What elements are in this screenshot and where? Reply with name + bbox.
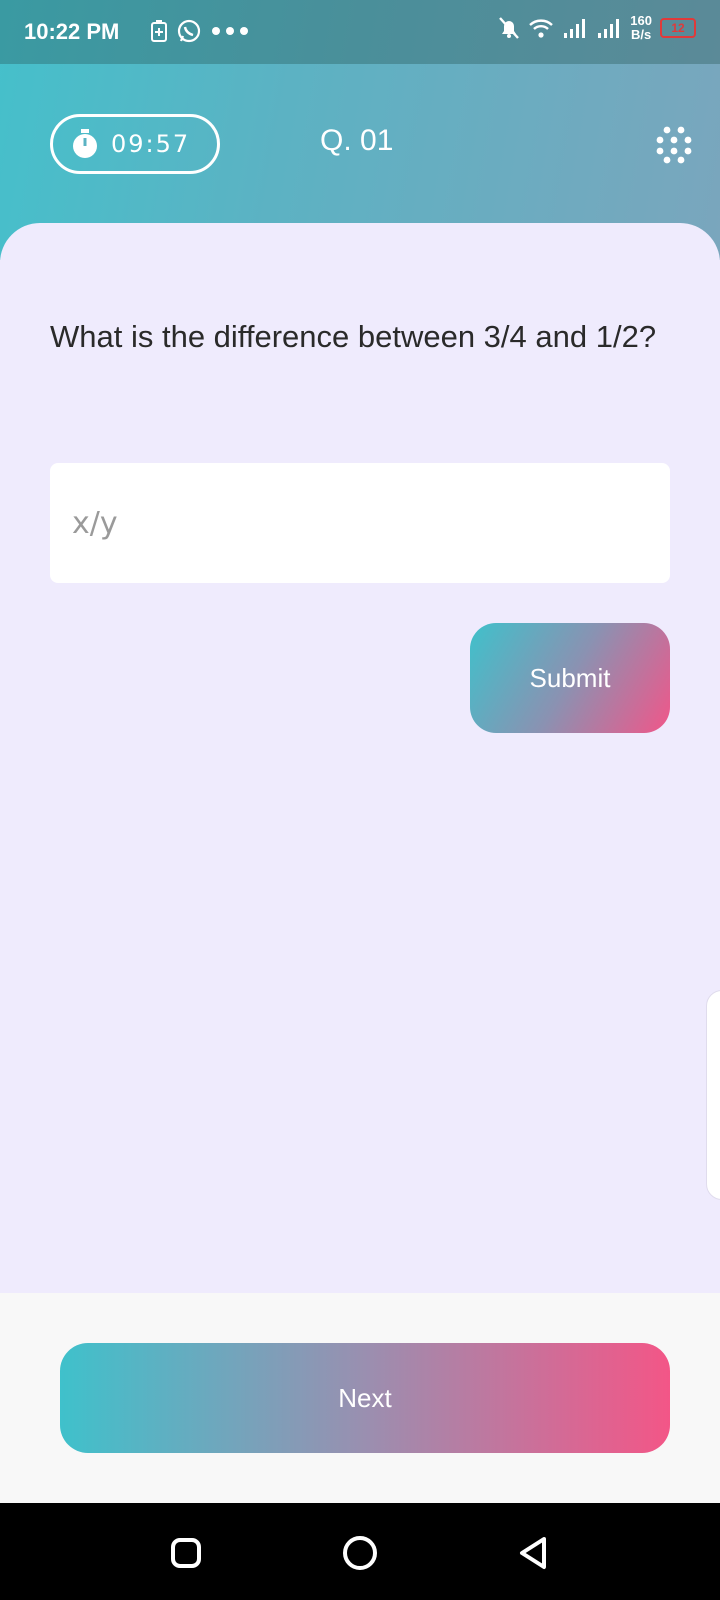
- net-speed: 160 B/s: [630, 14, 652, 42]
- question-card: What is the difference between 3/4 and 1…: [0, 223, 720, 1293]
- question-text: What is the difference between 3/4 and 1…: [50, 319, 657, 354]
- status-bar: 10:22 PM 160 B/s 12: [0, 0, 720, 64]
- home-icon[interactable]: [340, 1533, 380, 1573]
- status-time: 10:22 PM: [24, 19, 120, 44]
- stopwatch-icon: [73, 129, 97, 158]
- submit-button[interactable]: Submit: [470, 623, 670, 733]
- battery-indicator: 12: [660, 18, 696, 38]
- question-number: Q. 01: [320, 124, 394, 157]
- next-button[interactable]: Next: [60, 1343, 670, 1453]
- net-speed-unit: B/s: [631, 27, 652, 42]
- navigation-bar: [0, 1503, 720, 1600]
- footer: Next: [0, 1293, 720, 1503]
- quiz-header: 09:57 Q. 01: [0, 64, 720, 224]
- signal-icon: [598, 19, 620, 38]
- mute-icon: [499, 17, 520, 39]
- status-left-icons: [150, 18, 250, 44]
- more-dots-icon: [212, 27, 248, 35]
- battery-saver-icon: [151, 20, 167, 42]
- status-right-icons: 160 B/s 12: [498, 14, 696, 42]
- grid-dots-icon[interactable]: [654, 124, 694, 164]
- back-icon[interactable]: [514, 1533, 554, 1573]
- timer-text: 09:57: [111, 130, 191, 158]
- side-panel-handle[interactable]: [706, 990, 720, 1200]
- signal-icon: [564, 19, 586, 38]
- answer-input[interactable]: [50, 463, 670, 583]
- net-speed-value: 160: [630, 13, 652, 28]
- recents-icon[interactable]: [166, 1533, 206, 1573]
- whatsapp-icon: [177, 19, 201, 43]
- wifi-icon: [529, 19, 554, 38]
- timer: 09:57: [50, 114, 220, 174]
- battery-level: 12: [671, 21, 685, 35]
